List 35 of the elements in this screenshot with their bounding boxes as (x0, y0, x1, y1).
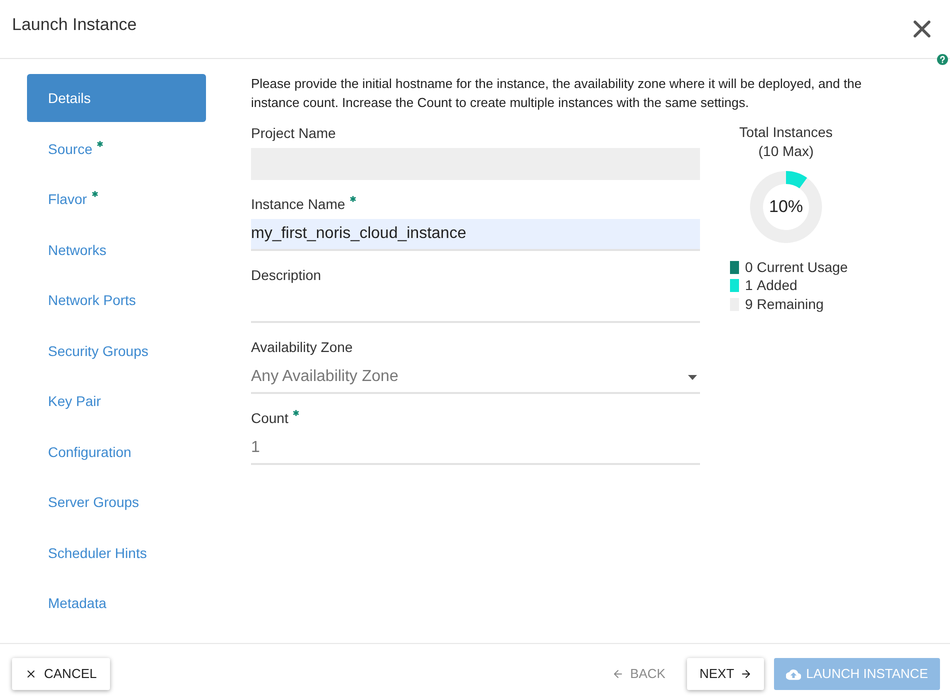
legend-label: Current Usage (756, 258, 848, 277)
sidebar-tab[interactable]: Security Groups (27, 326, 206, 374)
field-label: Count (251, 409, 288, 428)
arrow-left-icon (612, 668, 624, 680)
arrow-right-icon (740, 668, 752, 680)
legend-count: 0 (745, 258, 753, 277)
cancel-button[interactable]: CANCEL (12, 658, 110, 690)
caret-down-icon (688, 374, 697, 380)
sidebar-tab[interactable]: Networks (27, 226, 206, 274)
legend-label: Added (756, 276, 798, 296)
close-icon (25, 668, 37, 680)
sidebar-tab[interactable]: Metadata (27, 579, 206, 627)
field-label: Availability Zone (251, 338, 353, 357)
chart-title: Total Instances (739, 123, 833, 142)
percentage-label: 10% (768, 196, 804, 218)
sidebar-tab[interactable]: Server Groups (27, 478, 206, 526)
sidebar-tab[interactable]: Scheduler Hints (27, 528, 206, 576)
sidebar-tab[interactable]: Source (27, 124, 206, 172)
text-input-field[interactable]: my_first_noris_cloud_instance (251, 219, 700, 251)
cloud-upload-icon (786, 668, 802, 680)
sidebar-tab[interactable]: Details (27, 74, 206, 122)
legend-count: 9 (745, 294, 753, 314)
legend-count: 1 (745, 276, 753, 296)
sidebar-tab[interactable]: Network Ports (27, 276, 206, 324)
next-button[interactable]: NEXT (687, 658, 764, 690)
field-label: Description (251, 266, 322, 285)
field-label: Project Name (251, 124, 336, 143)
chart-subtitle: (10 Max) (758, 142, 814, 161)
field-label: Instance Name (251, 195, 346, 214)
dialog-title: Launch Instance (12, 14, 137, 36)
sidebar-tab[interactable]: Key Pair (27, 377, 206, 425)
intro-text: Please provide the initial hostname for the instance, the availability zone where it will be deployed, and the instance count. Increase the Count to create multiple instances with the same settings. (251, 75, 863, 112)
sidebar-tab[interactable]: Configuration (27, 428, 206, 476)
legend-label: Remaining (756, 294, 824, 314)
sidebar-tab[interactable]: Flavor (27, 175, 206, 223)
